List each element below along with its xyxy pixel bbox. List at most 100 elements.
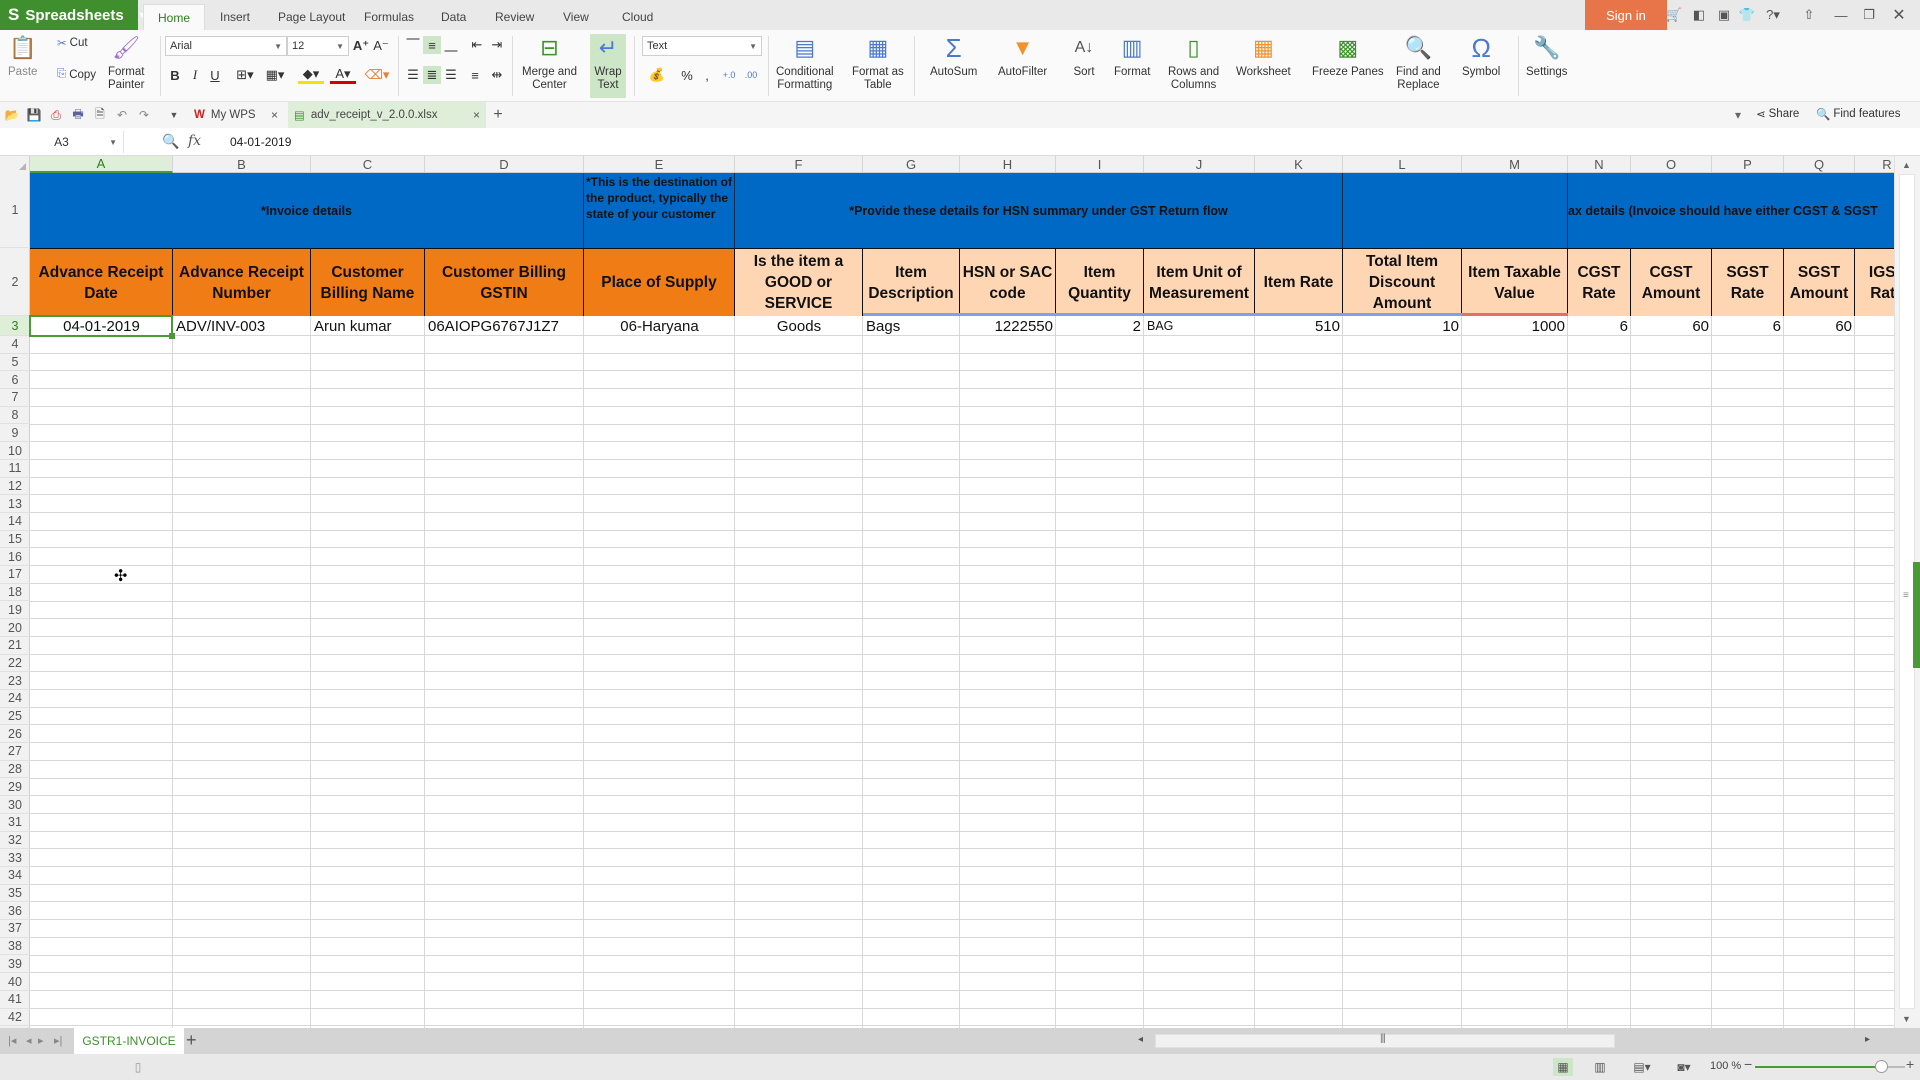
column-header-r[interactable]: R <box>1855 156 1894 173</box>
worksheet-button[interactable]: ▦ Worksheet <box>1236 34 1291 79</box>
scroll-right-icon[interactable]: ▸ <box>1865 1034 1870 1045</box>
row-header-35[interactable]: 35 <box>0 885 30 903</box>
first-sheet-icon[interactable]: |◂ <box>8 1034 16 1047</box>
column-title[interactable]: Advance Receipt Number <box>173 248 311 316</box>
currency-icon[interactable]: 💰 <box>644 66 670 84</box>
horizontal-scrollbar[interactable]: ◂ ||| ▸ <box>1130 1032 1880 1050</box>
row-header-37[interactable]: 37 <box>0 920 30 938</box>
cell-b3[interactable]: ADV/INV-003 <box>173 316 311 336</box>
align-left-icon[interactable]: ☰ <box>404 66 422 84</box>
next-sheet-icon[interactable]: ▸ <box>38 1034 44 1047</box>
column-header-g[interactable]: G <box>863 156 960 173</box>
scroll-up-icon[interactable]: ▲ <box>1902 160 1911 170</box>
wrap-text-button[interactable]: ↵ Wrap Text <box>590 34 626 98</box>
row-header-16[interactable]: 16 <box>0 548 30 567</box>
row-header-3[interactable]: 3 <box>0 316 30 336</box>
column-title[interactable]: IGST Rate <box>1855 248 1894 316</box>
column-title[interactable]: HSN or SAC code <box>960 248 1056 316</box>
row-header-1[interactable]: 1 <box>0 173 30 248</box>
row-header-2[interactable]: 2 <box>0 248 30 316</box>
increase-decimal-icon[interactable]: +.0 <box>720 66 738 84</box>
cell-r3[interactable] <box>1855 316 1894 336</box>
copy-button[interactable]: ⎘ Copy <box>57 68 96 81</box>
column-title[interactable]: Advance Receipt Date <box>30 248 173 316</box>
autofilter-button[interactable]: ▼ AutoFilter <box>998 34 1047 79</box>
row-header-7[interactable]: 7 <box>0 389 30 407</box>
prev-sheet-icon[interactable]: ◂ <box>26 1034 32 1047</box>
distributed-icon[interactable]: ⇹ <box>488 66 506 84</box>
section-band[interactable]: *Invoice details <box>30 173 584 248</box>
cell-q3[interactable]: 60 <box>1784 316 1855 336</box>
save-icon[interactable]: 💾 <box>26 107 42 123</box>
tab-view[interactable]: View <box>549 4 603 30</box>
cell-n3[interactable]: 6 <box>1568 316 1631 336</box>
row-header-38[interactable]: 38 <box>0 938 30 956</box>
tab-data[interactable]: Data <box>427 4 480 30</box>
column-title[interactable]: Item Taxable Value <box>1462 248 1568 316</box>
row-header-29[interactable]: 29 <box>0 779 30 797</box>
row-header-11[interactable]: 11 <box>0 460 30 478</box>
cut-button[interactable]: ✂ Cut <box>57 36 88 50</box>
row-header-41[interactable]: 41 <box>0 991 30 1009</box>
cell-c3[interactable]: Arun kumar <box>311 316 425 336</box>
bold-icon[interactable]: B <box>166 66 184 84</box>
row-header-27[interactable]: 27 <box>0 743 30 761</box>
row-header-13[interactable]: 13 <box>0 495 30 513</box>
row-header-6[interactable]: 6 <box>0 371 30 390</box>
select-all-button[interactable] <box>0 156 30 173</box>
format-as-table-button[interactable]: ▦ Format as Table <box>852 34 904 92</box>
underline-icon[interactable]: U <box>206 66 224 84</box>
column-header-b[interactable]: B <box>173 156 311 173</box>
section-band[interactable]: ax details (Invoice should have either C… <box>1568 173 1894 248</box>
column-title[interactable]: SGST Amount <box>1784 248 1855 316</box>
column-header-j[interactable]: J <box>1144 156 1255 173</box>
cell-g3[interactable]: Bags <box>863 316 960 336</box>
indent-increase-icon[interactable]: ⇥ <box>488 36 506 54</box>
find-features-button[interactable]: 🔍 Find features <box>1816 107 1900 121</box>
row-header-25[interactable]: 25 <box>0 708 30 726</box>
cell-i3[interactable]: 2 <box>1056 316 1144 336</box>
font-name-select[interactable]: Arial ▼ <box>165 36 287 56</box>
row-header-31[interactable]: 31 <box>0 814 30 832</box>
row-header-32[interactable]: 32 <box>0 832 30 850</box>
row-header-28[interactable]: 28 <box>0 761 30 779</box>
name-box[interactable]: A3 ▼ <box>0 131 124 153</box>
side-panel-toggle[interactable] <box>1913 562 1920 668</box>
row-header-4[interactable]: 4 <box>0 336 30 354</box>
last-sheet-icon[interactable]: ▸| <box>54 1034 62 1047</box>
column-title[interactable]: CGST Rate <box>1568 248 1631 316</box>
align-middle-icon[interactable]: ≡ <box>423 36 441 54</box>
column-title[interactable]: Is the item a GOOD or SERVICE <box>735 248 863 316</box>
template-icon[interactable]: ▣ <box>1715 6 1733 24</box>
sort-button[interactable]: A↓ Sort <box>1070 34 1098 79</box>
column-header-k[interactable]: K <box>1255 156 1343 173</box>
cell-f3[interactable]: Goods <box>735 316 863 336</box>
cell-k3[interactable]: 510 <box>1255 316 1343 336</box>
undo-icon[interactable]: ↶ <box>114 107 130 123</box>
column-header-c[interactable]: C <box>311 156 425 173</box>
zoom-formula-icon[interactable]: 🔍 <box>162 133 179 150</box>
print-preview-icon[interactable]: 🗎 <box>92 107 108 123</box>
row-header-23[interactable]: 23 <box>0 672 30 690</box>
row-header-20[interactable]: 20 <box>0 619 30 637</box>
fx-icon[interactable]: fx <box>188 133 201 149</box>
share-button[interactable]: ⋖ Share <box>1756 107 1799 121</box>
eye-protection-icon[interactable]: ◙▾ <box>1670 1058 1698 1076</box>
add-sheet-icon[interactable]: + <box>186 1030 197 1051</box>
collapse-ribbon-icon[interactable]: ▾ <box>1730 107 1746 123</box>
close-tab-icon[interactable]: × <box>473 108 480 122</box>
column-header-i[interactable]: I <box>1056 156 1144 173</box>
zoom-slider[interactable] <box>1755 1060 1905 1073</box>
decrease-font-icon[interactable]: A⁻ <box>372 37 390 55</box>
row-header-15[interactable]: 15 <box>0 531 30 549</box>
align-top-icon[interactable]: ⎺ <box>404 36 422 54</box>
align-right-icon[interactable]: ☰ <box>442 66 460 84</box>
rows-columns-button[interactable]: ▯ Rows and Columns <box>1168 34 1219 92</box>
open-folder-icon[interactable]: 📂 <box>4 107 20 123</box>
skin-icon[interactable]: 👕 <box>1738 6 1756 24</box>
column-title[interactable]: Place of Supply <box>584 248 735 316</box>
cell-j3[interactable]: BAG <box>1144 316 1255 336</box>
column-title[interactable]: Item Quantity <box>1056 248 1144 316</box>
row-header-19[interactable]: 19 <box>0 602 30 620</box>
cell-m3[interactable]: 1000 <box>1462 316 1568 336</box>
